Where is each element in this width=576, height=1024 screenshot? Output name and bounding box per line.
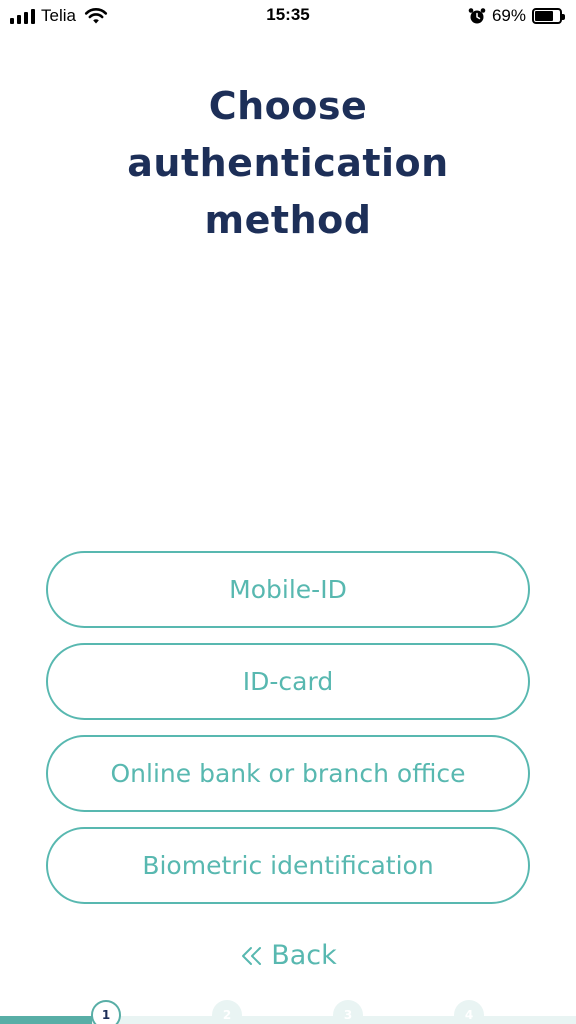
title-line: method bbox=[204, 198, 372, 242]
id-card-button[interactable]: ID-card bbox=[46, 643, 530, 720]
battery-percent: 69% bbox=[491, 6, 526, 25]
back-label: Back bbox=[271, 940, 337, 971]
step-3-indicator: 3 bbox=[333, 1000, 363, 1024]
progress-stepper: 1 2 3 4 bbox=[0, 998, 576, 1024]
biometric-identification-button[interactable]: Biometric identification bbox=[46, 827, 530, 904]
back-button[interactable]: Back bbox=[0, 940, 576, 971]
battery-icon bbox=[532, 8, 565, 24]
mobile-id-button[interactable]: Mobile-ID bbox=[46, 551, 530, 628]
step-4-indicator: 4 bbox=[454, 1000, 484, 1024]
page-title: Choose authentication method bbox=[60, 78, 516, 249]
status-bar: Telia 15:35 69% bbox=[0, 0, 576, 32]
double-chevron-left-icon bbox=[242, 946, 262, 965]
status-bar-right: 69% bbox=[468, 6, 565, 26]
online-bank-button[interactable]: Online bank or branch office bbox=[46, 735, 530, 812]
title-line: Choose bbox=[208, 84, 368, 128]
battery-tip bbox=[562, 14, 565, 20]
step-1-indicator: 1 bbox=[91, 1000, 121, 1024]
step-2-indicator: 2 bbox=[212, 1000, 242, 1024]
alarm-icon bbox=[468, 8, 486, 24]
auth-method-list: Mobile-ID ID-card Online bank or branch … bbox=[46, 551, 530, 919]
progress-fill bbox=[0, 1016, 92, 1024]
title-line: authentication bbox=[127, 141, 449, 185]
battery-level-fill bbox=[535, 11, 553, 21]
